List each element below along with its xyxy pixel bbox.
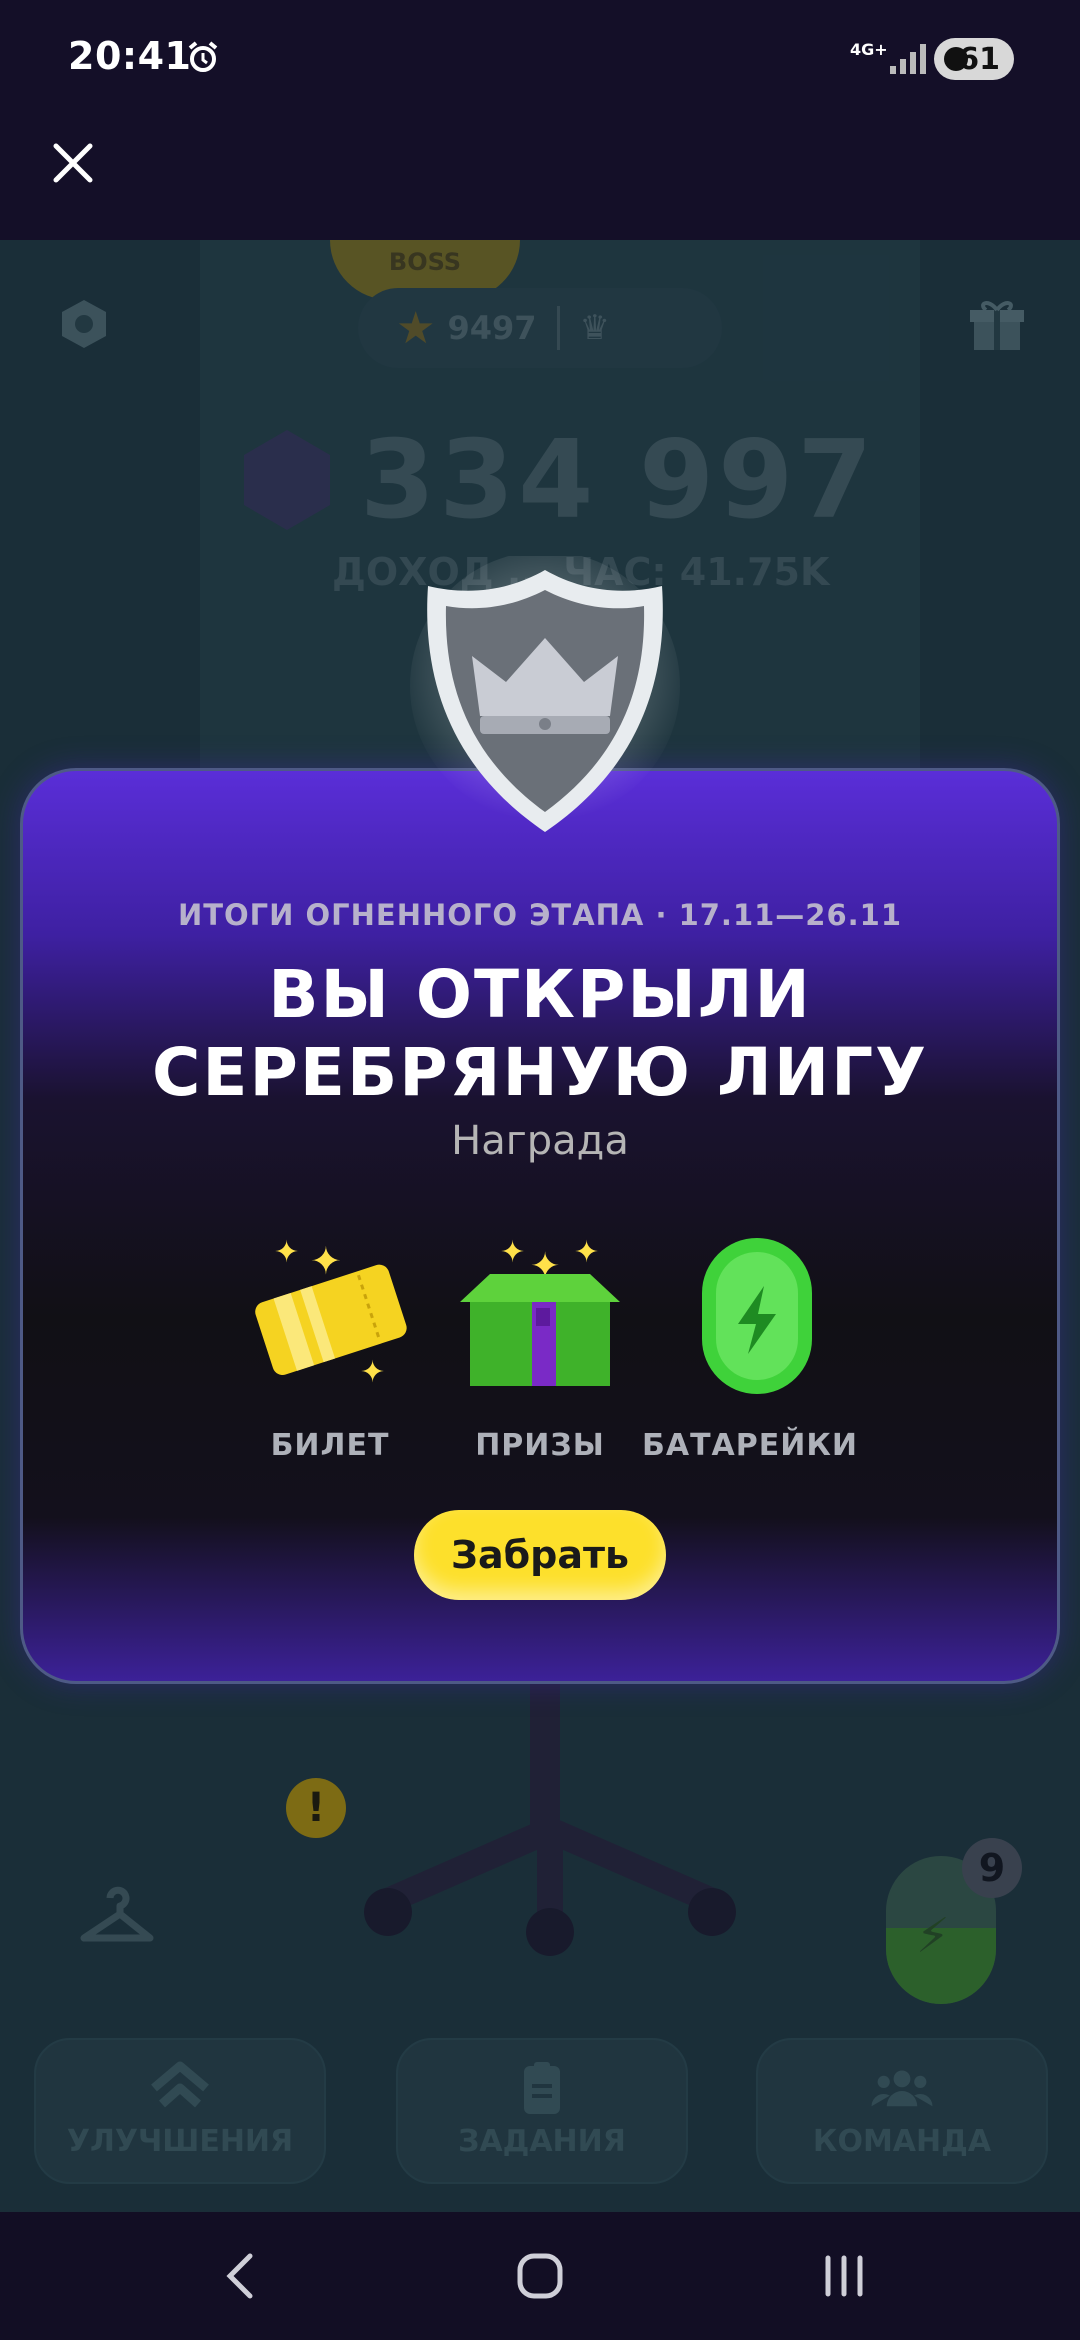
league-title-line1: ВЫ ОТКРЫЛИ [268, 956, 812, 1033]
reward-heading: Награда [451, 1118, 629, 1164]
svg-text:✦: ✦ [500, 1235, 525, 1270]
league-title-line2: СЕРЕБРЯНУЮ ЛИГУ [151, 1034, 929, 1111]
system-navigation-bar [0, 2212, 1080, 2340]
reward-prizes: ✦ ✦ ✦ ПРИЗЫ [440, 1222, 640, 1463]
claim-button[interactable]: Забрать [414, 1510, 666, 1600]
network-type: 4G+ [850, 40, 888, 59]
status-bar: 20:41 4G+ 61 [0, 0, 1080, 120]
recent-apps-icon[interactable] [820, 2252, 868, 2300]
silver-league-shield-icon [410, 556, 680, 832]
upgrades-alert-badge: ! [286, 1778, 346, 1838]
webview-top-bar [0, 120, 1080, 240]
back-icon[interactable] [220, 2252, 260, 2300]
prize-box-icon: ✦ ✦ ✦ [460, 1235, 620, 1386]
reward-ticket: ✦ ✦ ✦ БИЛЕТ [230, 1222, 430, 1463]
close-icon[interactable] [50, 140, 96, 186]
svg-text:✦: ✦ [274, 1235, 299, 1270]
reward-batteries-label: БАТАРЕЙКИ [642, 1428, 858, 1463]
alarm-icon [188, 41, 218, 72]
battery-saver-icon [944, 47, 968, 71]
reward-ticket-label: БИЛЕТ [270, 1428, 390, 1463]
home-icon[interactable] [516, 2252, 564, 2300]
battery-indicator: 61 [934, 38, 1014, 80]
svg-text:✦: ✦ [574, 1235, 599, 1270]
stage-results-subtitle: ИТОГИ ОГНЕННОГО ЭТАПА · 17.11—26.11 [177, 898, 903, 932]
signal-icon [890, 44, 926, 74]
status-time: 20:41 [68, 34, 192, 78]
svg-text:✦: ✦ [360, 1355, 385, 1390]
league-title: ВЫ ОТКРЫЛИ СЕРЕБРЯНУЮ ЛИГУ [0, 956, 1080, 1112]
battery-energy-icon [702, 1238, 812, 1394]
ticket-icon: ✦ ✦ ✦ [255, 1235, 407, 1390]
svg-text:✦: ✦ [310, 1239, 342, 1283]
reward-prizes-label: ПРИЗЫ [475, 1428, 605, 1463]
reward-batteries: БАТАРЕЙКИ [642, 1222, 857, 1463]
